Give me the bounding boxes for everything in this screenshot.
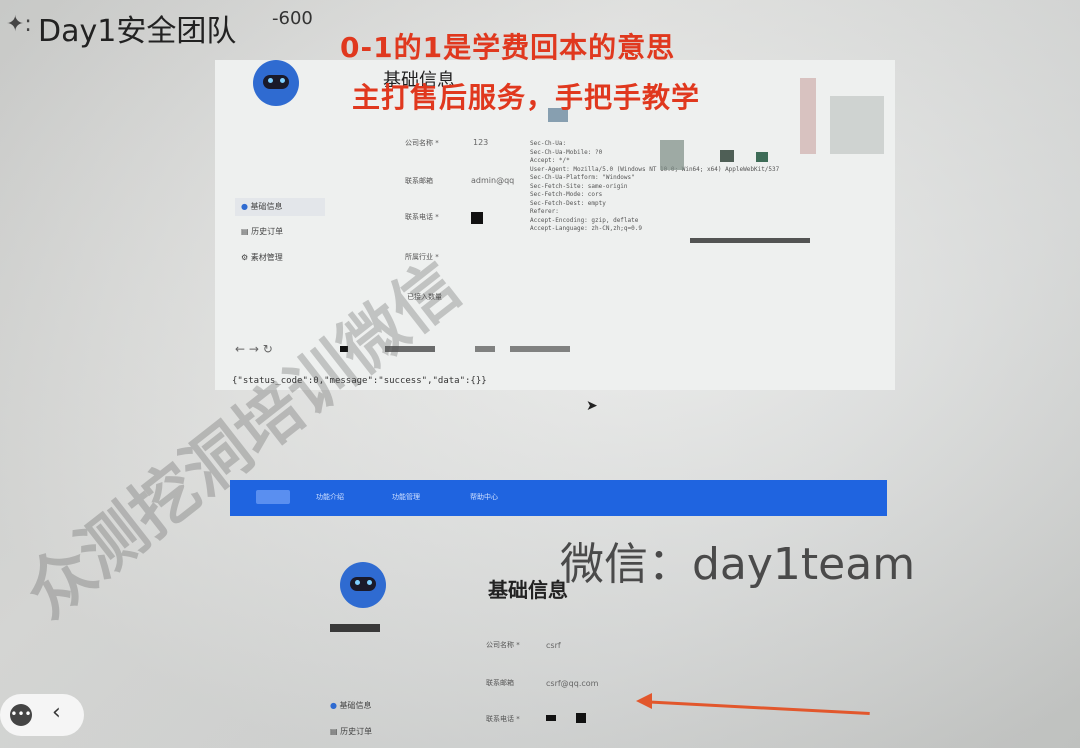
nav-item[interactable]: 功能管理 (392, 492, 420, 502)
sidebar-item-history[interactable]: ▤ 历史订单 (330, 726, 372, 737)
navbar: 功能介绍 功能管理 帮助中心 (230, 480, 887, 516)
sidebar-item-basic-info[interactable]: ● 基础信息 (235, 198, 325, 216)
annotation-arrow-head (636, 693, 652, 709)
avatar (253, 60, 299, 106)
field-label: 联系邮箱 (405, 177, 433, 185)
mosaic-block (690, 238, 810, 243)
url-redaction (475, 346, 495, 352)
mosaic-block (720, 150, 734, 162)
page-title: Day1安全团队 (38, 14, 237, 49)
field-label: 联系电话 * (405, 213, 439, 221)
more-icon[interactable]: ••• (10, 704, 32, 726)
field-label: 联系邮箱 (486, 679, 514, 687)
phone-redacted (576, 713, 586, 723)
field-label: 公司名称 * (486, 641, 520, 649)
phone-field-redacted (471, 212, 483, 224)
username-redacted (330, 624, 380, 632)
avatar (340, 562, 386, 608)
user-icon: ● (241, 202, 248, 211)
mosaic-block (830, 96, 884, 154)
sidebar-item-materials[interactable]: ⚙ 素材管理 (241, 252, 283, 263)
section-title: 基础信息 (488, 578, 568, 602)
gear-icon: ⚙ (241, 253, 249, 262)
list-icon: ▤ (241, 227, 249, 236)
email-field[interactable]: csrf@qq.com (546, 679, 598, 688)
floating-control[interactable]: ••• ‹ (0, 694, 84, 736)
url-redaction (510, 346, 570, 352)
company-name-field[interactable]: csrf (546, 641, 561, 650)
http-request-headers: Sec-Ch-Ua: Sec-Ch-Ua-Mobile: ?0 Accept: … (530, 140, 780, 232)
nav-item[interactable]: 功能介绍 (316, 492, 344, 502)
chevron-left-icon[interactable]: ‹ (52, 700, 61, 725)
user-icon: ● (330, 701, 337, 710)
mosaic-block (756, 152, 768, 162)
email-field[interactable]: admin@qq (471, 176, 514, 185)
list-icon: ▤ (330, 727, 338, 736)
sidebar-item-history[interactable]: ▤ 历史订单 (241, 226, 283, 237)
header-overlay-text: -600 (272, 8, 313, 29)
mosaic-block (660, 140, 684, 170)
logo (256, 490, 290, 504)
sidebar-item-basic-info[interactable]: ● 基础信息 (330, 700, 372, 711)
promo-line-1: 0-1的1是学费回本的意思 (340, 31, 676, 64)
wechat-watermark: 微信：day1team (560, 539, 916, 590)
company-name-field[interactable]: 123 (473, 138, 488, 147)
promo-line-2: 主打售后服务，手把手教学 (352, 81, 701, 114)
header-prefix: ✦: (6, 12, 32, 37)
field-label: 联系电话 * (486, 715, 520, 723)
mouse-cursor-icon: ➤ (586, 398, 598, 414)
field-label: 公司名称 * (405, 139, 439, 147)
mosaic-block (800, 78, 816, 154)
nav-item[interactable]: 帮助中心 (470, 492, 498, 502)
phone-redacted (546, 715, 556, 721)
